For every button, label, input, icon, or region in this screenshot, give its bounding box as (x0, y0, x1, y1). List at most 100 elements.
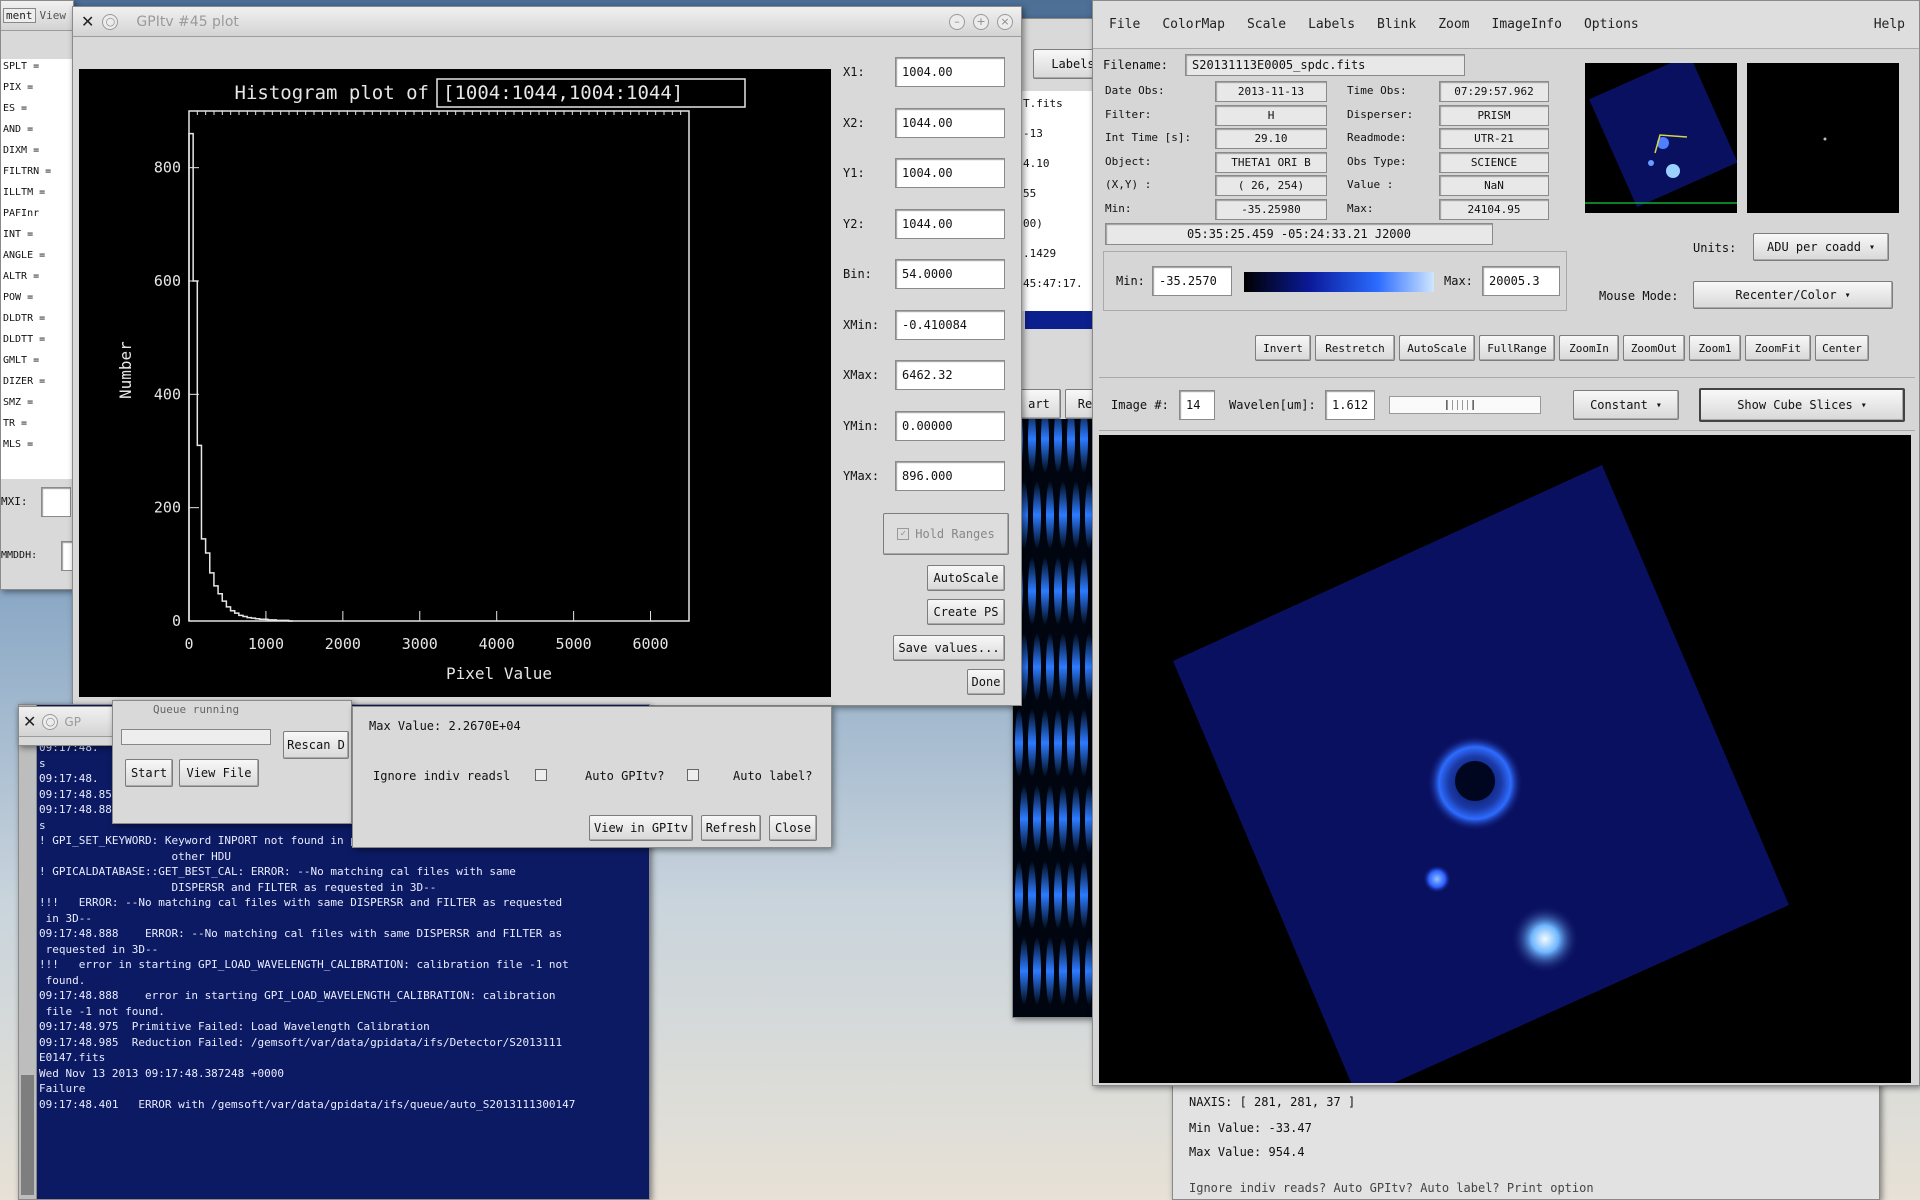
left-window-menu[interactable]: ment (3, 8, 36, 23)
range-input[interactable]: 1004.00 (895, 57, 1005, 87)
range-input[interactable]: -0.410084 (895, 309, 1005, 340)
info-label: Value : (1347, 178, 1394, 191)
create-ps-button[interactable]: Create PS (927, 599, 1005, 625)
menu-blink[interactable]: Blink (1377, 17, 1416, 32)
range-input[interactable]: 1044.00 (895, 107, 1005, 138)
view-file-button[interactable]: View File (179, 759, 259, 787)
console-line: E0147.fits (39, 1051, 106, 1064)
units-label: Units: (1693, 241, 1737, 255)
hold-ranges-checkbox[interactable]: ✓ Hold Ranges (883, 513, 1009, 555)
cube-mode-dropdown[interactable]: Show Cube Slices ▾ (1699, 388, 1905, 422)
menu-scale[interactable]: Scale (1247, 17, 1286, 32)
left-header-row: DLDTT = (3, 334, 46, 345)
spectrum-streak (1020, 785, 1028, 853)
save-values-button[interactable]: Save values... (893, 635, 1005, 661)
gpitv-button-invert[interactable]: Invert (1255, 335, 1311, 361)
recipe-minimize-icon[interactable]: ○ (42, 713, 59, 730)
menu-file[interactable]: File (1109, 17, 1140, 32)
start-button-bg[interactable]: art (1017, 389, 1061, 419)
menu-colormap[interactable]: ColorMap (1162, 17, 1225, 32)
spectrum-streak (1041, 557, 1049, 625)
pan-thumbnail[interactable] (1585, 63, 1737, 213)
minimize-icon[interactable]: ○ (102, 13, 119, 30)
range-input[interactable]: 6462.32 (895, 360, 1005, 390)
menu-options[interactable]: Options (1584, 17, 1639, 32)
auto-gpitv-checkbox[interactable] (687, 769, 699, 781)
window-close-icon[interactable]: × (997, 13, 1013, 30)
menu-labels[interactable]: Labels (1308, 17, 1355, 32)
queue-status: Queue running (153, 703, 240, 716)
ignore-reads-checkbox[interactable] (535, 769, 547, 781)
histogram-xlabel: Pixel Value (446, 664, 552, 683)
menu-imageinfo[interactable]: ImageInfo (1492, 17, 1562, 32)
menu-help[interactable]: Help (1874, 17, 1905, 32)
gpitv-button-zoomin[interactable]: ZoomIn (1559, 335, 1619, 361)
slice-slider[interactable] (1389, 396, 1541, 414)
close-button[interactable]: Close (769, 815, 817, 841)
range-input[interactable]: 1004.00 (895, 158, 1005, 188)
left-header-row: GMLT = (3, 355, 40, 366)
refresh-button[interactable]: Refresh (701, 815, 761, 841)
recipe-close-icon[interactable]: ✕ (23, 712, 36, 731)
gpitv-button-autoscale[interactable]: AutoScale (1399, 335, 1475, 361)
console-line: 09:17:48.401 ERROR with /gemsoft/var/dat… (39, 1097, 576, 1111)
maximize-icon[interactable]: + (973, 13, 989, 30)
units-dropdown[interactable]: ADU per coadd ▾ (1753, 233, 1889, 261)
gpitv-button-zoomout[interactable]: ZoomOut (1623, 335, 1685, 361)
menu-zoom[interactable]: Zoom (1438, 17, 1469, 32)
collapse-mode-dropdown[interactable]: Constant ▾ (1573, 390, 1679, 420)
info-value: 24104.95 (1439, 198, 1549, 220)
image-number-input[interactable]: 14 (1179, 390, 1215, 420)
background-row: 55 (1023, 187, 1037, 200)
x-tick-label: 3000 (402, 635, 438, 653)
gpitv-button-zoom1[interactable]: Zoom1 (1689, 335, 1741, 361)
console-line: found. (39, 973, 86, 987)
gpitv-button-center[interactable]: Center (1815, 335, 1869, 361)
y-tick-label: 200 (154, 499, 181, 517)
view-in-gpitv-button[interactable]: View in GPItv (589, 815, 693, 841)
left-window-titlebar: ment View (1, 1, 73, 31)
wavelength-input[interactable]: 1.612 (1325, 390, 1375, 420)
console-scroll-thumb[interactable] (21, 1075, 34, 1195)
range-input[interactable]: 896.000 (895, 461, 1005, 491)
info-value: PRISM (1439, 104, 1549, 126)
range-input[interactable]: 0.00000 (895, 410, 1005, 441)
left-field-1[interactable] (41, 487, 71, 517)
background-row: -13 (1023, 127, 1043, 140)
gpitv-button-fullrange[interactable]: FullRange (1479, 335, 1555, 361)
max-input[interactable]: 20005.3 (1482, 266, 1560, 296)
colorbar-panel: Min: -35.2570 Max: 20005.3 (1103, 251, 1567, 311)
spectrum-streak (1020, 937, 1028, 1005)
mouse-mode-dropdown[interactable]: Recenter/Color ▾ (1693, 281, 1893, 309)
start-button[interactable]: Start (125, 759, 173, 787)
collapse-icon[interactable]: – (949, 13, 965, 30)
range-label: XMax: (843, 368, 880, 382)
info-label: Min: (1105, 201, 1132, 215)
console-line: requested in 3D-- (39, 942, 159, 956)
chevron-down-icon: ▾ (1868, 241, 1875, 253)
left-header-row: ANGLE = (3, 250, 46, 261)
left-window: ment View SPLT = PIX = ES = AND = DIXM = FILT… (0, 0, 74, 590)
gpitv-menubar: File ColorMap Scale Labels Blink Zoom Im… (1093, 1, 1919, 49)
close-icon[interactable]: ✕ (81, 12, 94, 31)
background-row: 45:47:17. (1023, 277, 1083, 290)
naxis-label: NAXIS: [ 281, 281, 37 ] (1189, 1095, 1356, 1109)
gpitv-button-restretch[interactable]: Restretch (1315, 335, 1395, 361)
info-value: THETA1 ORI B (1215, 151, 1327, 173)
left-field-label-2: MMDDH: (1, 550, 38, 561)
done-button[interactable]: Done (967, 669, 1005, 695)
console-scrollbar[interactable] (19, 705, 37, 1199)
range-input[interactable]: 1044.00 (895, 208, 1005, 239)
gpitv-button-zoomfit[interactable]: ZoomFit (1745, 335, 1811, 361)
range-input[interactable]: 54.0000 (895, 259, 1005, 289)
y-tick-label: 0 (172, 612, 181, 630)
spectrum-streak (1046, 937, 1054, 1005)
rescan-button[interactable]: Rescan D (283, 731, 349, 759)
queue-control-window: Queue running Start View File Rescan D (112, 700, 352, 824)
histogram-ylabel: Number (116, 341, 135, 399)
main-image-display[interactable] (1099, 435, 1911, 1083)
autoscale-button[interactable]: AutoScale (927, 565, 1005, 591)
slice-slider-handle[interactable] (1446, 400, 1474, 410)
left-header-row: INT = (3, 229, 34, 240)
min-input[interactable]: -35.2570 (1152, 266, 1232, 296)
